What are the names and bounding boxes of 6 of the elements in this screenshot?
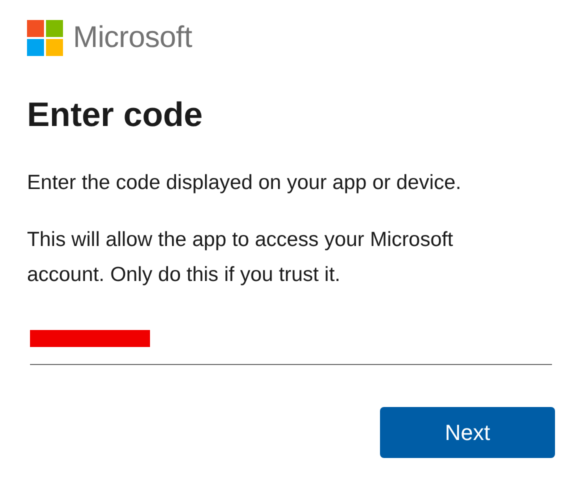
logo-text: Microsoft (73, 21, 192, 55)
page-title: Enter code (27, 96, 204, 135)
next-button[interactable]: Next (380, 407, 555, 458)
instruction-text: This will allow the app to access your Microsoft account. Only do this if you trust it. (27, 227, 454, 288)
logo-icon (27, 20, 63, 56)
instruction-text: Enter the code displayed on your app or device. (27, 170, 462, 196)
